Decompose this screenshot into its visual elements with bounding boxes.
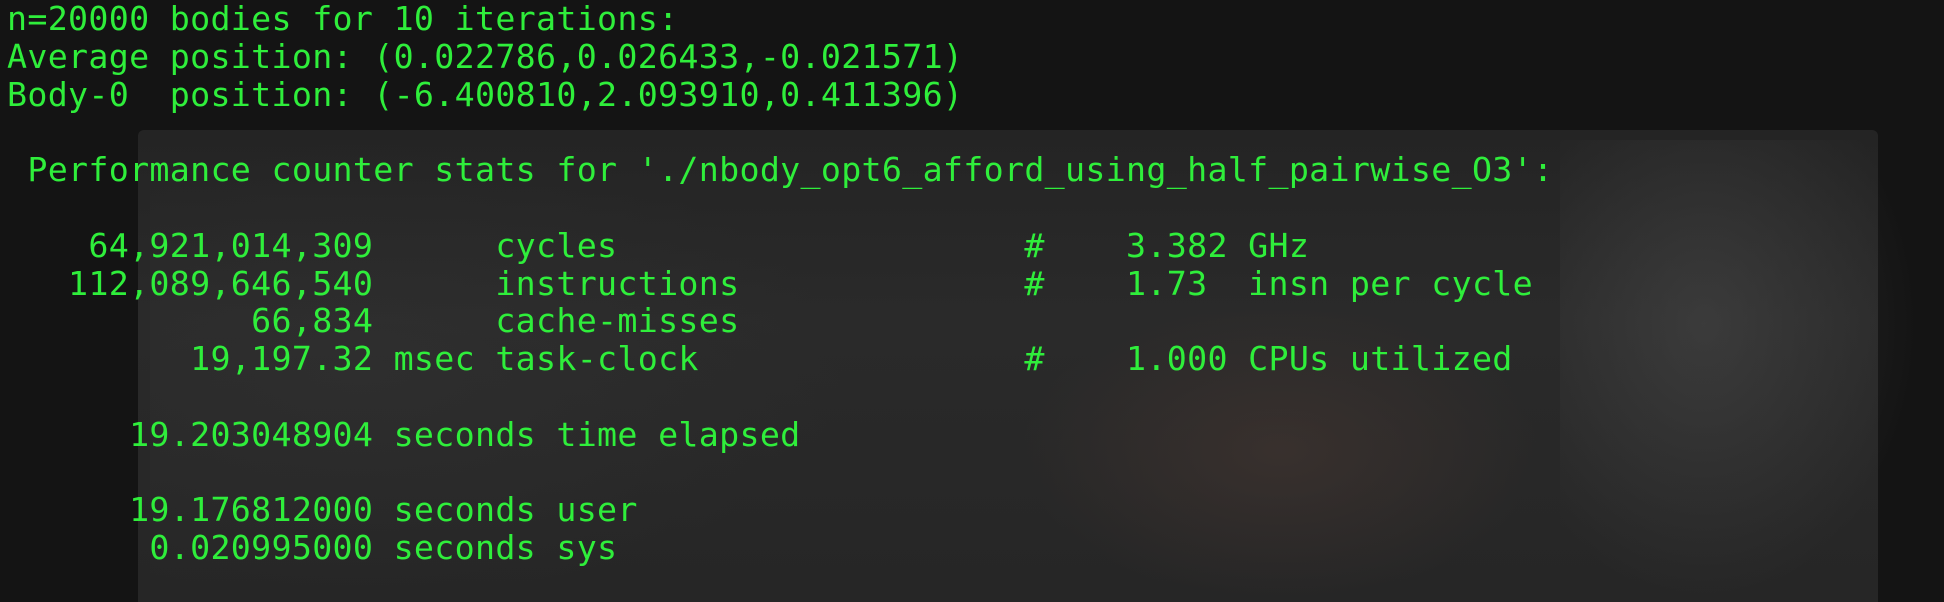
terminal-window: n=20000 bodies for 10 iterations: Averag…: [0, 0, 1944, 602]
output-line-header: n=20000 bodies for 10 iterations:: [7, 0, 679, 38]
output-line-blank: [7, 113, 1944, 151]
output-line-task-clock: 19,197.32 msec task-clock # 1.000 CPUs u…: [7, 339, 1513, 379]
output-line-seconds-sys: 0.020995000 seconds sys: [7, 528, 618, 568]
output-line-time-elapsed: 19.203048904 seconds time elapsed: [7, 414, 801, 454]
terminal-output[interactable]: n=20000 bodies for 10 iterations: Averag…: [0, 0, 1944, 602]
output-line-blank: [7, 454, 1944, 492]
output-line-average-position: Average position: (0.022786,0.026433,-0.…: [7, 36, 964, 76]
output-line-perf-title: Performance counter stats for './nbody_o…: [7, 150, 1554, 190]
output-line-cache-misses: 66,834 cache-misses: [7, 301, 740, 341]
output-line-seconds-user: 19.176812000 seconds user: [7, 490, 638, 530]
output-line-cycles: 64,921,014,309 cycles # 3.382 GHz: [7, 225, 1310, 265]
output-line-blank: [7, 378, 1944, 416]
output-line-instructions: 112,089,646,540 instructions # 1.73 insn…: [7, 263, 1533, 303]
output-line-blank: [7, 189, 1944, 227]
output-line-body0-position: Body-0 position: (-6.400810,2.093910,0.4…: [7, 74, 964, 114]
